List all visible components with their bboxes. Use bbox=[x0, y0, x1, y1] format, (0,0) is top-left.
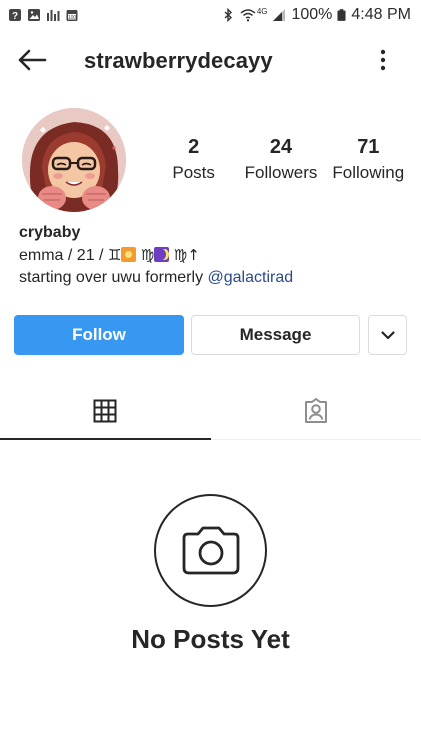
bio-display-name: crybaby bbox=[19, 224, 81, 241]
svg-text:100: 100 bbox=[68, 15, 77, 21]
svg-text:?: ? bbox=[12, 11, 18, 22]
more-options-button[interactable] bbox=[372, 46, 394, 74]
back-button[interactable] bbox=[16, 46, 48, 74]
profile-actions: Follow Message bbox=[14, 315, 407, 355]
clock: 4:48 PM bbox=[351, 6, 411, 23]
bio-line-2-text: starting over uwu formerly bbox=[19, 269, 204, 286]
arrow-left-icon bbox=[18, 49, 47, 71]
tagged-person-icon bbox=[305, 398, 327, 423]
battery-icon bbox=[337, 9, 346, 21]
grid-icon bbox=[93, 399, 117, 423]
avatar-illustration bbox=[22, 108, 126, 212]
suggested-dropdown-button[interactable] bbox=[368, 315, 407, 355]
gallery-icon bbox=[28, 9, 40, 21]
stat-following-count: 71 bbox=[357, 136, 380, 158]
stat-posts[interactable]: 2 Posts bbox=[150, 134, 237, 190]
bio-line-1: emma / 21 / ♊ ♍ ♍↑ bbox=[19, 244, 409, 267]
status-bar-system: 4G 100% 4:48 PM bbox=[221, 6, 411, 24]
virgo-symbol: ♍ bbox=[140, 246, 155, 264]
bluetooth-icon bbox=[224, 8, 232, 22]
stat-followers-label: Followers bbox=[244, 163, 318, 182]
tab-tagged[interactable] bbox=[211, 384, 421, 438]
arrow-up-icon: ↑ bbox=[187, 246, 200, 264]
chevron-down-icon bbox=[380, 330, 395, 339]
stat-followers-count: 24 bbox=[269, 136, 293, 158]
profile-avatar[interactable] bbox=[22, 108, 126, 212]
message-button[interactable]: Message bbox=[191, 315, 360, 355]
status-bar: ? 100 4G 100% 4:48 PM bbox=[0, 0, 421, 30]
bio-line-1-text: emma / 21 / bbox=[19, 247, 104, 264]
empty-state-camera-circle bbox=[154, 494, 267, 607]
status-bar-notifications: ? 100 bbox=[8, 8, 79, 22]
vertical-dots-icon bbox=[380, 49, 386, 71]
camera-icon bbox=[182, 526, 239, 574]
sun-emoji-icon bbox=[121, 247, 137, 262]
moon-emoji-icon bbox=[154, 247, 170, 262]
calendar-icon: 100 bbox=[66, 10, 78, 21]
active-tab-indicator bbox=[0, 438, 211, 440]
profile-tabs bbox=[0, 384, 421, 440]
profile-stats: 2 Posts 24 Followers 71 Following bbox=[150, 134, 412, 190]
network-type: 4G bbox=[256, 6, 268, 16]
gemini-symbol: ♊ bbox=[107, 246, 122, 264]
equalizer-icon bbox=[47, 10, 60, 21]
wifi-icon bbox=[240, 9, 256, 22]
empty-state-title: No Posts Yet bbox=[131, 624, 290, 654]
bio-mention-link[interactable]: @galactirad bbox=[208, 269, 294, 286]
follow-button[interactable]: Follow bbox=[14, 315, 184, 355]
question-box-icon: ? bbox=[9, 9, 21, 22]
signal-icon bbox=[273, 9, 286, 21]
stat-posts-count: 2 bbox=[188, 136, 200, 158]
stat-followers[interactable]: 24 Followers bbox=[237, 134, 324, 190]
stat-following[interactable]: 71 Following bbox=[325, 134, 412, 190]
profile-bio: crybaby emma / 21 / ♊ ♍ ♍↑ starting over… bbox=[19, 222, 409, 289]
profile-username: strawberrydecayy bbox=[84, 48, 273, 73]
stat-following-label: Following bbox=[332, 163, 405, 182]
stat-posts-label: Posts bbox=[172, 163, 215, 182]
tab-grid[interactable] bbox=[0, 384, 210, 438]
profile-header-bar: strawberrydecayy bbox=[0, 34, 421, 86]
bio-line-2: starting over uwu formerly @galactirad bbox=[19, 267, 409, 289]
battery-percent: 100% bbox=[291, 6, 333, 23]
virgo-rising-symbol: ♍ bbox=[173, 246, 188, 264]
